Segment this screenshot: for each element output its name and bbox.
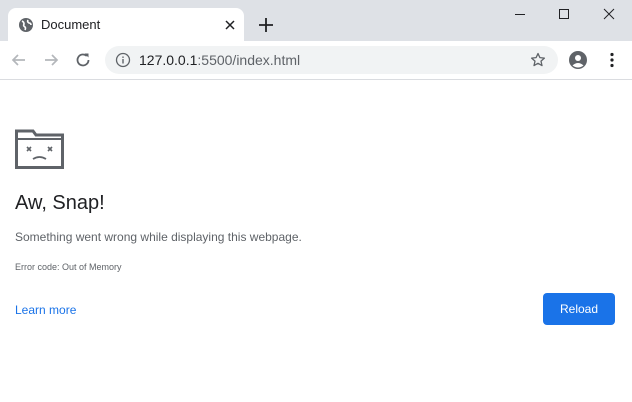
close-icon[interactable]: [222, 17, 238, 33]
browser-toolbar: 127.0.0.1:5500/index.html: [0, 41, 632, 80]
error-page: Aw, Snap! Something went wrong while dis…: [0, 80, 632, 402]
url-path: :5500/index.html: [197, 52, 301, 68]
reload-button[interactable]: Reload: [543, 293, 615, 325]
arrow-right-icon[interactable]: [41, 50, 61, 70]
error-code: Error code: Out of Memory: [15, 262, 122, 272]
minimize-icon[interactable]: [497, 0, 543, 30]
account-circle-icon[interactable]: [568, 50, 588, 70]
window-close-icon[interactable]: [586, 0, 632, 30]
tab-strip: Document: [0, 0, 632, 41]
tab-title: Document: [41, 17, 101, 32]
learn-more-link[interactable]: Learn more: [15, 302, 76, 318]
error-title: Aw, Snap!: [15, 192, 105, 214]
address-bar[interactable]: 127.0.0.1:5500/index.html: [105, 46, 558, 74]
more-vert-icon[interactable]: [602, 50, 622, 70]
maximize-icon[interactable]: [541, 0, 587, 30]
plus-icon[interactable]: [256, 15, 276, 35]
arrow-left-icon[interactable]: [9, 50, 29, 70]
info-icon[interactable]: [115, 52, 131, 68]
sad-folder-icon: [15, 127, 64, 169]
tab-document[interactable]: Document: [8, 8, 244, 41]
error-message: Something went wrong while displaying th…: [15, 230, 302, 244]
reload-icon[interactable]: [73, 50, 93, 70]
globe-icon: [18, 17, 34, 33]
url-host: 127.0.0.1: [139, 52, 198, 68]
browser-window: Document 127.0.0.1:5500/index.html Aw, S…: [0, 0, 632, 402]
url-text[interactable]: 127.0.0.1:5500/index.html: [139, 52, 300, 68]
star-icon[interactable]: [530, 52, 546, 68]
